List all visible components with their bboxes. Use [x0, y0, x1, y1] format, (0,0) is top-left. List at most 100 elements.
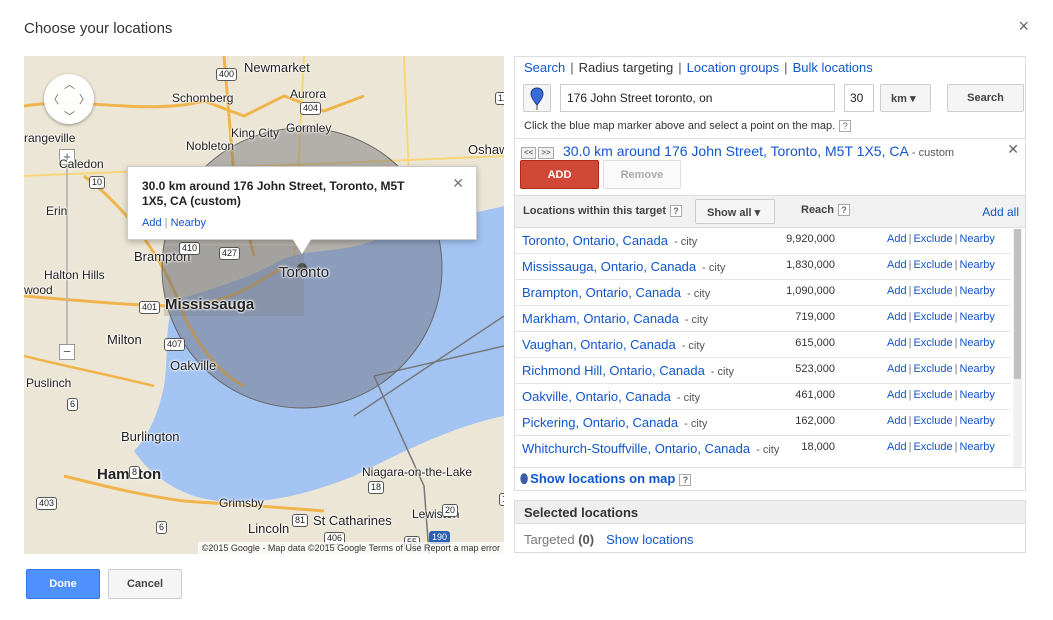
add-link[interactable]: Add [887, 363, 907, 375]
add-link[interactable]: Add [887, 259, 907, 271]
location-link[interactable]: Pickering, Ontario, Canada - city [522, 415, 707, 430]
pan-down-icon[interactable]: ﹀ [64, 108, 75, 124]
show-locations-link[interactable]: Show locations [606, 532, 693, 547]
pan-right-icon[interactable]: 〉 [79, 91, 90, 107]
location-type: - city [684, 314, 709, 326]
location-name[interactable]: Mississauga, Ontario, Canada [522, 259, 696, 274]
close-icon[interactable]: ✕ [452, 175, 464, 192]
exclude-link[interactable]: Exclude [913, 337, 952, 349]
location-type: - city [710, 366, 735, 378]
add-link[interactable]: Add [887, 233, 907, 245]
exclude-link[interactable]: Exclude [913, 389, 952, 401]
nearby-link[interactable]: Nearby [959, 389, 994, 401]
zoom-out-button[interactable]: − [59, 344, 75, 360]
location-name[interactable]: Markham, Ontario, Canada [522, 311, 679, 326]
help-icon[interactable]: ? [838, 204, 851, 217]
help-icon[interactable]: ? [679, 473, 692, 486]
nearby-link[interactable]: Nearby [959, 285, 994, 297]
exclude-link[interactable]: Exclude [913, 259, 952, 271]
exclude-link[interactable]: Exclude [913, 441, 952, 453]
location-name[interactable]: Brampton, Ontario, Canada [522, 285, 681, 300]
scrollbar[interactable] [1013, 229, 1022, 467]
add-link[interactable]: Add [887, 415, 907, 427]
add-link[interactable]: Add [887, 311, 907, 323]
help-icon[interactable]: ? [670, 205, 683, 218]
map-label: St Catharines [313, 513, 392, 528]
popup-add-link[interactable]: Add [142, 217, 162, 229]
nearby-link[interactable]: Nearby [959, 363, 994, 375]
search-button[interactable]: Search [947, 84, 1024, 112]
done-button[interactable]: Done [26, 569, 100, 599]
exclude-link[interactable]: Exclude [913, 285, 952, 297]
help-icon[interactable]: ? [839, 120, 852, 133]
pan-left-icon[interactable]: 〈 [48, 91, 59, 107]
reach-value: 9,920,000 [786, 233, 835, 245]
reach-value: 1,830,000 [786, 259, 835, 271]
location-link[interactable]: Whitchurch-Stouffville, Ontario, Canada -… [522, 441, 779, 456]
exclude-link[interactable]: Exclude [913, 233, 952, 245]
map-info-popup: 30.0 km around 176 John Street, Toronto,… [127, 166, 477, 240]
add-all-link[interactable]: Add all [982, 205, 1019, 219]
tab-bulk-locations[interactable]: Bulk locations [793, 60, 873, 75]
exclude-link[interactable]: Exclude [913, 363, 952, 375]
list-item: Pickering, Ontario, Canada - city 162,000 A… [515, 410, 1011, 436]
close-icon[interactable]: ✕ [1007, 141, 1019, 158]
exclude-link[interactable]: Exclude [913, 311, 952, 323]
nearby-link[interactable]: Nearby [959, 441, 994, 453]
nearby-link[interactable]: Nearby [959, 233, 994, 245]
map-label: Schomberg [172, 91, 234, 105]
location-link[interactable]: Brampton, Ontario, Canada - city [522, 285, 710, 300]
close-icon[interactable]: × [1018, 16, 1029, 37]
exclude-link[interactable]: Exclude [913, 415, 952, 427]
location-name[interactable]: Oakville, Ontario, Canada [522, 389, 671, 404]
scroll-thumb[interactable] [1014, 229, 1021, 379]
highway-shield: 6 [156, 521, 168, 534]
cancel-button[interactable]: Cancel [108, 569, 182, 599]
separator: | [954, 441, 958, 453]
nearby-link[interactable]: Nearby [959, 311, 994, 323]
add-link[interactable]: Add [887, 337, 907, 349]
radius-input[interactable]: 30 [844, 84, 874, 112]
map-label: Burlington [121, 429, 180, 444]
location-link[interactable]: Oakville, Ontario, Canada - city [522, 389, 700, 404]
tab-radius-targeting[interactable]: Radius targeting [579, 60, 674, 75]
location-link[interactable]: Vaughan, Ontario, Canada - city [522, 337, 705, 352]
location-name[interactable]: Pickering, Ontario, Canada [522, 415, 678, 430]
tab-search[interactable]: Search [524, 60, 565, 75]
add-link[interactable]: Add [887, 285, 907, 297]
separator: | [908, 285, 912, 297]
tab-location-groups[interactable]: Location groups [687, 60, 780, 75]
remove-button[interactable]: Remove [603, 160, 681, 189]
unit-select[interactable]: km ▾ [880, 84, 931, 112]
pan-control[interactable]: ︿ ﹀ 〈 〉 [44, 74, 94, 124]
show-all-select[interactable]: Show all ▾ [695, 199, 775, 224]
location-link[interactable]: Toronto, Ontario, Canada - city [522, 233, 697, 248]
next-button[interactable]: >> [538, 147, 554, 159]
nearby-link[interactable]: Nearby [959, 337, 994, 349]
add-button[interactable]: ADD [520, 160, 599, 189]
location-link[interactable]: Richmond Hill, Ontario, Canada - city [522, 363, 734, 378]
location-name[interactable]: Richmond Hill, Ontario, Canada [522, 363, 705, 378]
map-label: Lincoln [248, 521, 290, 536]
location-name[interactable]: Whitchurch-Stouffville, Ontario, Canada [522, 441, 750, 456]
prev-button[interactable]: << [521, 147, 537, 159]
popup-nearby-link[interactable]: Nearby [171, 217, 206, 229]
show-on-map-label[interactable]: Show locations on map [530, 471, 675, 486]
map-marker-button[interactable] [523, 84, 551, 112]
location-name[interactable]: Vaughan, Ontario, Canada [522, 337, 676, 352]
separator: | [570, 60, 574, 75]
location-name[interactable]: Toronto, Ontario, Canada [522, 233, 668, 248]
highway-shield: 404 [300, 102, 322, 115]
address-input[interactable]: 176 John Street toronto, on [560, 84, 835, 112]
location-link[interactable]: Mississauga, Ontario, Canada - city [522, 259, 725, 274]
show-on-map-link[interactable]: ⬮ Show locations on map? [520, 471, 692, 487]
map[interactable]: ︿ ﹀ 〈 〉 + − Newmarket Schomberg Aurora K… [24, 56, 504, 554]
nearby-link[interactable]: Nearby [959, 415, 994, 427]
pan-up-icon[interactable]: ︿ [64, 76, 75, 92]
zoom-slider[interactable] [66, 160, 68, 350]
add-link[interactable]: Add [887, 389, 907, 401]
location-link[interactable]: Markham, Ontario, Canada - city [522, 311, 708, 326]
add-link[interactable]: Add [887, 441, 907, 453]
nearby-link[interactable]: Nearby [959, 259, 994, 271]
map-label: Gormley [286, 121, 332, 135]
